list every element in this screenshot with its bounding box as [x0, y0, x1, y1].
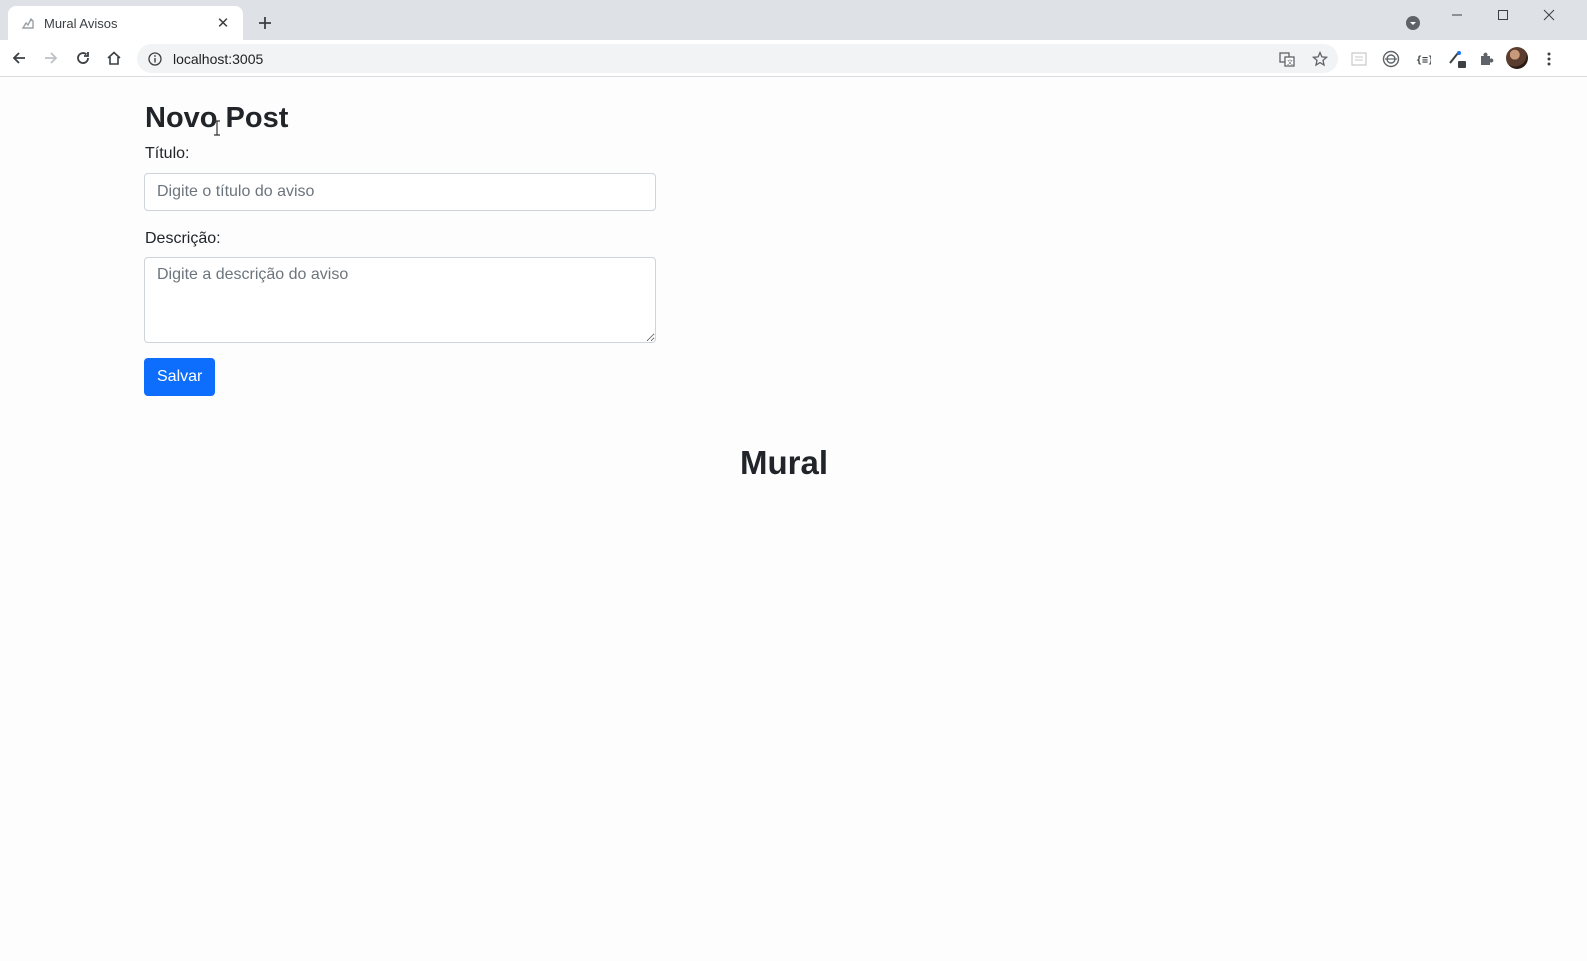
address-bar[interactable]: localhost:3005 文 — [137, 44, 1338, 73]
site-info-icon[interactable] — [147, 51, 163, 67]
extension-d-icon[interactable] — [1446, 48, 1468, 70]
close-tab-icon[interactable]: ✕ — [213, 13, 233, 33]
extension-b-icon[interactable] — [1380, 48, 1402, 70]
extension-c-icon[interactable]: {≡} — [1412, 48, 1434, 70]
title-label: Título: — [145, 145, 190, 162]
rocket-icon — [20, 15, 36, 31]
browser-toolbar: localhost:3005 文 {≡} — [0, 40, 1587, 77]
browser-tab-active[interactable]: Mural Avisos ✕ — [8, 6, 243, 40]
text-cursor-icon — [214, 120, 220, 136]
title-input[interactable] — [144, 173, 656, 211]
back-arrow-icon[interactable] — [5, 44, 33, 72]
reload-icon[interactable] — [69, 44, 97, 72]
mural-heading: Mural — [739, 444, 828, 481]
extension-a-icon[interactable] — [1348, 48, 1370, 70]
save-button[interactable]: Salvar — [144, 358, 216, 396]
profile-avatar[interactable] — [1506, 47, 1528, 69]
close-window-icon[interactable] — [1526, 0, 1572, 30]
description-textarea[interactable] — [144, 257, 656, 343]
browser-tabstrip: Mural Avisos ✕ — [0, 0, 1587, 40]
star-icon[interactable] — [1310, 49, 1330, 69]
puzzle-icon[interactable] — [1475, 48, 1497, 70]
forward-arrow-icon[interactable] — [37, 44, 65, 72]
svg-text:{≡}: {≡} — [1416, 55, 1431, 66]
home-icon[interactable] — [100, 44, 128, 72]
more-menu-icon[interactable] — [1538, 48, 1560, 70]
address-url: localhost:3005 — [173, 50, 264, 67]
description-label: Descrição: — [145, 230, 221, 247]
tab-search-icon[interactable] — [1402, 12, 1424, 34]
maximize-window-icon[interactable] — [1480, 0, 1526, 30]
new-tab-button[interactable] — [252, 10, 278, 36]
tab-title: Mural Avisos — [44, 15, 118, 31]
minimize-window-icon[interactable] — [1434, 0, 1480, 30]
svg-text:文: 文 — [1287, 59, 1293, 67]
translate-icon[interactable]: 文 — [1277, 49, 1297, 69]
page-content: Novo Post Título: Descrição: Salvar Mura… — [0, 78, 1587, 961]
